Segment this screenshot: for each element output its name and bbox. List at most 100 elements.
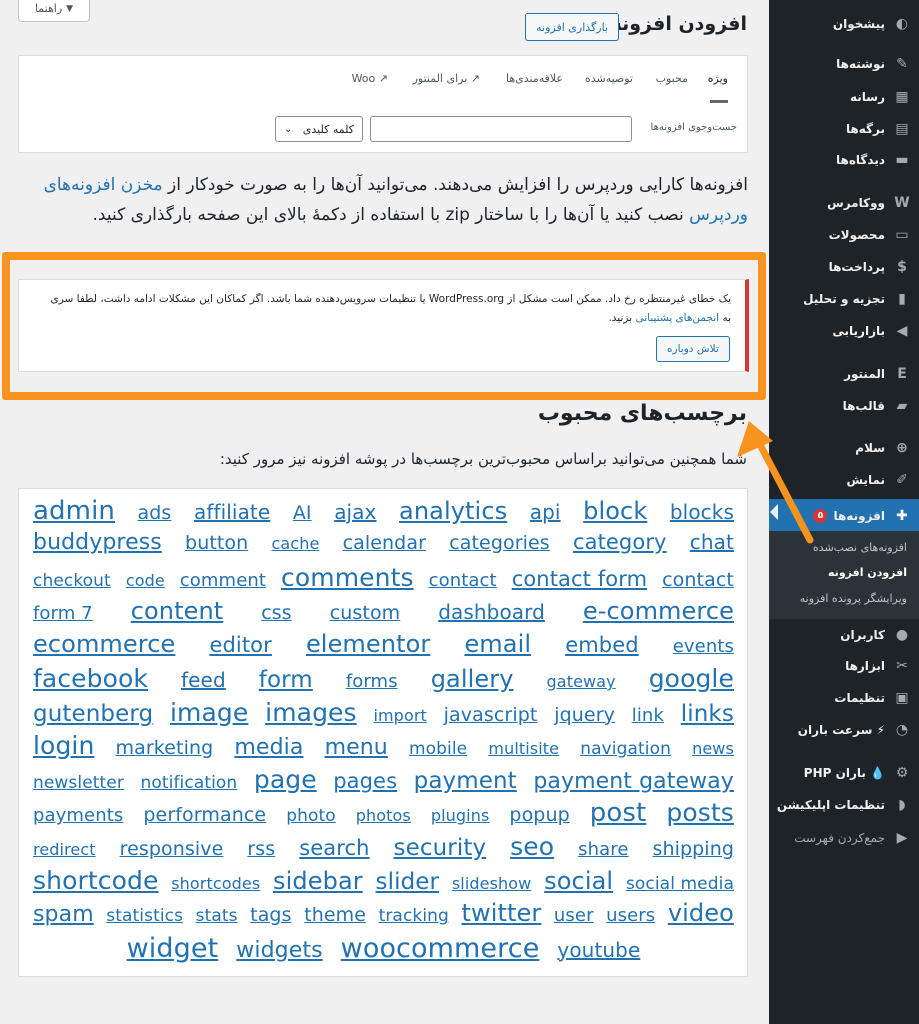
tag-link[interactable]: contact: [429, 570, 497, 591]
tag-link[interactable]: button: [185, 532, 248, 554]
tag-link[interactable]: elementor: [306, 630, 430, 658]
tag-link[interactable]: form: [259, 667, 313, 693]
tag-link[interactable]: AI: [293, 502, 312, 524]
tag-link[interactable]: affiliate: [194, 500, 270, 524]
tag-link[interactable]: css: [261, 602, 292, 624]
tag-link[interactable]: redirect: [33, 840, 96, 859]
sidebar-item-speed[interactable]: سرعت باران ⚡ ◔: [769, 716, 919, 744]
tag-link[interactable]: youtube: [557, 938, 640, 962]
submenu-add-plugin[interactable]: افزودن افزونه: [769, 566, 919, 579]
tag-link[interactable]: share: [578, 839, 628, 860]
tab-favorites[interactable]: علاقه‌مندی‌ها: [506, 72, 563, 85]
tag-link[interactable]: shortcodes: [171, 874, 260, 893]
tab-recommended[interactable]: توصیه‌شده: [585, 72, 633, 85]
tag-link[interactable]: popup: [509, 804, 569, 826]
tag-link[interactable]: code: [126, 571, 165, 590]
tag-link[interactable]: stats: [196, 906, 238, 926]
tag-link[interactable]: user: [554, 905, 594, 926]
sidebar-item-tools[interactable]: ابزارها ✂: [769, 652, 919, 680]
sidebar-item-posts[interactable]: نوشته‌ها ✎: [769, 50, 919, 78]
tag-link[interactable]: images: [265, 698, 357, 727]
sidebar-item-payments[interactable]: پرداخت‌ها $: [769, 253, 919, 281]
tag-link[interactable]: javascript: [444, 704, 538, 726]
tag-link[interactable]: payments: [33, 805, 123, 826]
tag-link[interactable]: chat: [690, 530, 734, 554]
tag-link[interactable]: shipping: [652, 838, 734, 860]
tag-link[interactable]: blocks: [670, 500, 734, 524]
tag-link[interactable]: embed: [565, 633, 638, 657]
sidebar-item-pages[interactable]: برگه‌ها ▤: [769, 115, 919, 143]
sidebar-item-users[interactable]: کاربران ●: [769, 621, 919, 649]
tag-link[interactable]: cache: [272, 534, 320, 553]
tag-link[interactable]: multisite: [488, 739, 559, 758]
tag-link[interactable]: admin: [33, 496, 115, 526]
tag-link[interactable]: rss: [247, 838, 275, 860]
tag-link[interactable]: news: [692, 739, 734, 758]
tab-woo[interactable]: Woo ↗: [352, 72, 388, 85]
sidebar-item-marketing[interactable]: بازاریابی ◀: [769, 317, 919, 345]
tag-link[interactable]: content: [131, 597, 224, 625]
tag-link[interactable]: pages: [333, 769, 397, 793]
upload-plugin-button[interactable]: بارگذاری افزونه: [525, 13, 619, 41]
tag-link[interactable]: jquery: [554, 704, 615, 726]
tab-for-elementor[interactable]: برای المنتور ↗: [413, 72, 480, 85]
tag-link[interactable]: contact form: [512, 567, 647, 591]
sidebar-item-settings[interactable]: تنظیمات ▣: [769, 684, 919, 712]
tag-link[interactable]: statistics: [106, 906, 183, 926]
tag-link[interactable]: ajax: [334, 500, 376, 524]
tag-link[interactable]: slider: [376, 869, 440, 895]
tag-link[interactable]: menu: [325, 735, 388, 760]
tag-link[interactable]: categories: [449, 532, 550, 554]
tag-link[interactable]: ecommerce: [33, 630, 175, 658]
tag-link[interactable]: woocommerce: [341, 933, 540, 964]
tag-link[interactable]: twitter: [461, 899, 541, 927]
tag-link[interactable]: navigation: [580, 739, 671, 759]
sidebar-item-php[interactable]: PHP باران 💧 ⚙: [769, 759, 919, 787]
tag-link[interactable]: social: [544, 867, 613, 895]
tag-link[interactable]: plugins: [431, 806, 490, 825]
tag-link[interactable]: gateway: [547, 672, 616, 691]
tag-link[interactable]: payment: [414, 768, 517, 794]
search-type-select[interactable]: ⌄ کلمه کلیدی: [275, 116, 363, 142]
tag-link[interactable]: responsive: [120, 838, 224, 860]
tag-link[interactable]: payment gateway: [533, 769, 734, 794]
search-plugins-input[interactable]: [370, 116, 632, 142]
tag-link[interactable]: newsletter: [33, 773, 124, 793]
tag-link[interactable]: posts: [666, 798, 734, 827]
sidebar-item-media[interactable]: رسانه ▦: [769, 83, 919, 111]
tag-link[interactable]: mobile: [409, 739, 467, 759]
sidebar-item-collapse[interactable]: جمع‌کردن فهرست ▶: [769, 824, 919, 852]
sidebar-item-app-settings[interactable]: تنظیمات اپلیکیشن ◗: [769, 791, 919, 819]
tag-link[interactable]: dashboard: [438, 600, 545, 624]
tag-link[interactable]: buddypress: [33, 530, 162, 555]
tag-link[interactable]: e-commerce: [583, 597, 734, 625]
tag-link[interactable]: block: [583, 497, 647, 525]
tag-link[interactable]: gutenberg: [33, 701, 153, 727]
tag-link[interactable]: video: [668, 899, 734, 927]
tag-link[interactable]: media: [234, 735, 303, 760]
tag-link[interactable]: import: [373, 706, 426, 725]
sidebar-item-woocommerce[interactable]: ووکامرس W: [769, 189, 919, 217]
tag-link[interactable]: events: [673, 636, 734, 657]
tag-link[interactable]: shortcode: [33, 866, 158, 895]
tag-link[interactable]: social media: [626, 874, 734, 894]
tag-link[interactable]: widget: [127, 933, 219, 964]
tag-link[interactable]: link: [632, 705, 664, 726]
tag-link[interactable]: facebook: [33, 664, 148, 693]
tag-link[interactable]: forms: [346, 671, 398, 692]
submenu-plugin-file-editor[interactable]: ویرایشگر پرونده افزونه: [769, 592, 919, 605]
sidebar-item-elementor[interactable]: المنتور E: [769, 360, 919, 388]
tag-link[interactable]: comment: [180, 570, 266, 591]
sidebar-item-analytics[interactable]: تجزیه و تحلیل ▮: [769, 285, 919, 313]
tag-link[interactable]: slideshow: [452, 874, 531, 893]
tag-link[interactable]: analytics: [399, 497, 507, 525]
tag-link[interactable]: tags: [250, 904, 291, 926]
sidebar-item-products[interactable]: محصولات ▭: [769, 221, 919, 249]
tag-link[interactable]: contact: [662, 569, 734, 591]
tag-link[interactable]: sidebar: [273, 867, 363, 895]
tag-link[interactable]: category: [573, 530, 667, 554]
sidebar-item-dashboard[interactable]: پیشخوان ◐: [769, 10, 919, 38]
tag-link[interactable]: seo: [510, 832, 554, 861]
tag-link[interactable]: performance: [143, 804, 266, 826]
tag-link[interactable]: links: [681, 701, 734, 727]
